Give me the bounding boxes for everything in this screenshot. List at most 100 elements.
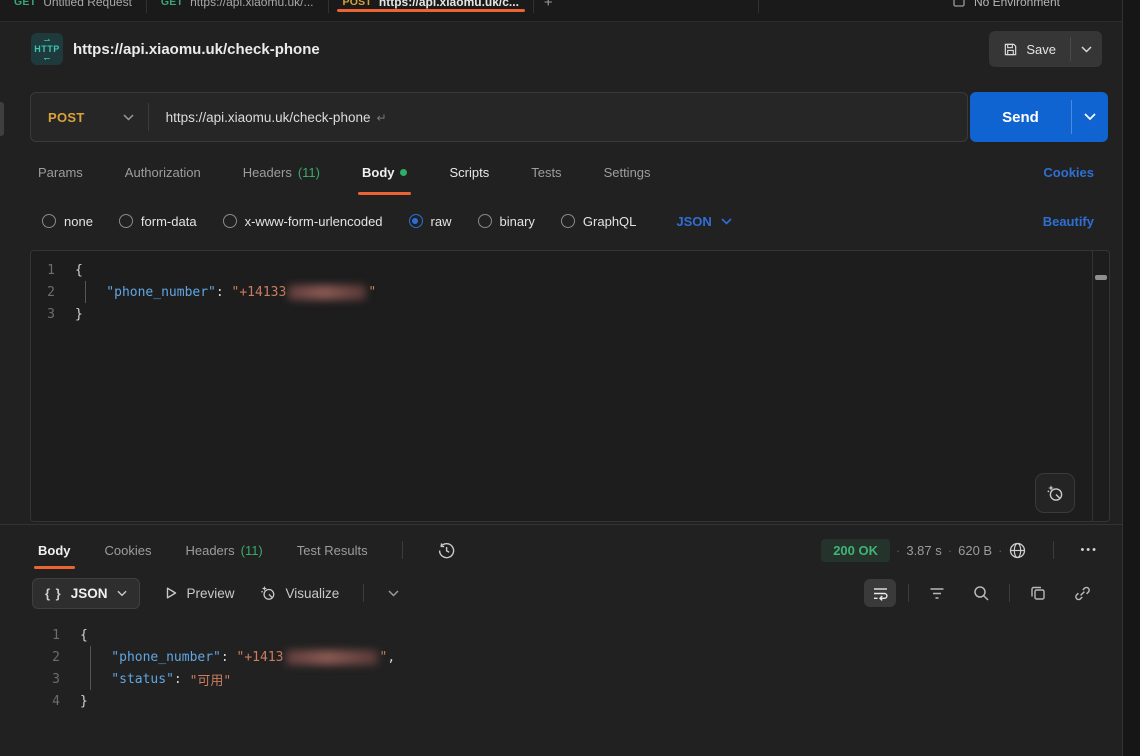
- search-icon: [973, 585, 990, 602]
- radio-graphql[interactable]: GraphQL: [561, 214, 636, 229]
- code-line: 1{: [30, 624, 1110, 646]
- method-dropdown[interactable]: POST: [31, 110, 148, 125]
- request-body-editor[interactable]: 1{2"phone_number": "+14133"3}: [30, 250, 1110, 522]
- save-options-button[interactable]: [1071, 31, 1102, 67]
- divider: [1053, 541, 1054, 559]
- radio-binary[interactable]: binary: [478, 214, 535, 229]
- copy-link-button[interactable]: [1066, 579, 1098, 607]
- chevron-down-icon: [721, 218, 732, 225]
- tab-title: https://api.xiaomu.uk/...: [190, 0, 313, 9]
- method-badge: GET: [14, 0, 36, 8]
- code-token: ,: [387, 650, 395, 665]
- language-value: JSON: [676, 214, 711, 229]
- status-badge[interactable]: 200 OK: [821, 539, 890, 562]
- code-text: "phone_number": "+14133": [75, 281, 376, 303]
- line-number: 2: [30, 650, 80, 665]
- line-number: 4: [30, 694, 80, 709]
- response-tab-cookies[interactable]: Cookies: [105, 528, 152, 572]
- response-size[interactable]: 620 B: [958, 543, 992, 558]
- line-number: 1: [30, 628, 80, 643]
- response-history-button[interactable]: [437, 541, 456, 560]
- chevron-down-icon: [123, 114, 134, 121]
- visualize-options-button[interactable]: [388, 590, 399, 597]
- pane-resize-handle[interactable]: [0, 524, 1122, 525]
- response-format-dropdown[interactable]: { } JSON: [32, 578, 140, 609]
- wrap-text-button[interactable]: [864, 579, 896, 607]
- request-header: ⇀ HTTP ↽ https://api.xiaomu.uk/check-pho…: [0, 22, 1122, 76]
- copy-icon: [1030, 585, 1046, 601]
- sparkle-circle-icon: [1045, 483, 1065, 503]
- response-body-viewer[interactable]: 1{2"phone_number": "+1413", 3"status": "可…: [30, 616, 1110, 756]
- response-tab-test-results[interactable]: Test Results: [297, 528, 368, 572]
- tab-authorization[interactable]: Authorization: [125, 146, 201, 198]
- response-tab-body[interactable]: Body: [38, 528, 71, 572]
- radio-none[interactable]: none: [42, 214, 93, 229]
- environment-label: No Environment: [974, 0, 1060, 9]
- radio-circle: [478, 214, 492, 228]
- indent-guide: [75, 281, 106, 303]
- request-tab-active[interactable]: POST https://api.xiaomu.uk/c...: [329, 0, 534, 13]
- request-body-code[interactable]: 1{2"phone_number": "+14133"3}: [31, 251, 1109, 325]
- preview-button[interactable]: Preview: [164, 586, 235, 601]
- copy-button[interactable]: [1022, 579, 1054, 607]
- redacted-value: [288, 285, 366, 300]
- visualize-button[interactable]: Visualize: [259, 584, 340, 602]
- response-body-code[interactable]: 1{2"phone_number": "+1413", 3"status": "可…: [30, 616, 1110, 712]
- radio-circle-selected: [409, 214, 423, 228]
- radio-form-data[interactable]: form-data: [119, 214, 197, 229]
- tab-headers[interactable]: Headers (11): [243, 146, 320, 198]
- indent-guide: [80, 668, 111, 690]
- sidebar-collapsed-handle[interactable]: [0, 102, 4, 136]
- tab-scripts[interactable]: Scripts: [449, 146, 489, 198]
- environment-icon: [952, 0, 966, 8]
- environment-selector[interactable]: No Environment: [952, 0, 1060, 9]
- send-button[interactable]: Send: [970, 92, 1071, 142]
- filter-button[interactable]: [921, 579, 953, 607]
- request-tab-untitled[interactable]: GET Untitled Request: [0, 0, 147, 13]
- play-icon: [164, 586, 178, 600]
- radio-circle: [223, 214, 237, 228]
- send-options-button[interactable]: [1072, 92, 1108, 142]
- code-text: "status": "可用": [80, 668, 231, 690]
- language-dropdown[interactable]: JSON: [676, 214, 731, 229]
- tab-settings[interactable]: Settings: [604, 146, 651, 198]
- postbot-button[interactable]: [1035, 473, 1075, 513]
- response-tab-headers[interactable]: Headers (11): [185, 528, 262, 572]
- response-time[interactable]: 3.87 s: [906, 543, 941, 558]
- save-button[interactable]: Save: [989, 31, 1070, 67]
- line-number: 1: [31, 263, 75, 278]
- radio-x-www-form-urlencoded[interactable]: x-www-form-urlencoded: [223, 214, 383, 229]
- tab-body[interactable]: Body: [362, 146, 408, 198]
- line-number: 3: [31, 307, 75, 322]
- code-token: }: [80, 694, 88, 709]
- more-options-button[interactable]: •••: [1080, 544, 1098, 556]
- code-token: {: [80, 628, 88, 643]
- request-tab-get-url[interactable]: GET https://api.xiaomu.uk/...: [147, 0, 329, 13]
- search-button[interactable]: [965, 579, 997, 607]
- code-token: "+1413: [237, 650, 284, 665]
- url-input[interactable]: https://api.xiaomu.uk/check-phone↵: [166, 110, 967, 125]
- arrow-right-icon: ⇀: [44, 37, 51, 44]
- method-badge: POST: [343, 0, 372, 8]
- code-token: {: [75, 263, 83, 278]
- tab-tests[interactable]: Tests: [531, 146, 561, 198]
- new-tab-button[interactable]: +: [544, 0, 553, 11]
- chevron-down-icon: [1081, 46, 1092, 53]
- headers-count: (11): [241, 543, 263, 558]
- response-meta: 200 OK · 3.87 s · 620 B · •••: [821, 539, 1098, 562]
- line-number: 3: [30, 672, 80, 687]
- tab-params[interactable]: Params: [38, 146, 83, 198]
- dot-separator: ·: [896, 543, 900, 558]
- scrollbar-thumb[interactable]: [1095, 275, 1107, 280]
- response-toolbar: { } JSON Preview Visualize: [0, 574, 1122, 612]
- arrow-left-icon: ↽: [44, 55, 51, 62]
- editor-scrollbar[interactable]: [1092, 251, 1109, 521]
- code-line: 2"phone_number": "+1413",: [30, 646, 1110, 668]
- tab-title: https://api.xiaomu.uk/c...: [379, 0, 519, 9]
- radio-circle: [561, 214, 575, 228]
- url-row: POST https://api.xiaomu.uk/check-phone↵ …: [0, 76, 1122, 146]
- radio-raw[interactable]: raw: [409, 214, 452, 229]
- network-info-button[interactable]: [1008, 541, 1027, 560]
- cookies-link[interactable]: Cookies: [1043, 165, 1094, 180]
- beautify-link[interactable]: Beautify: [1043, 214, 1094, 229]
